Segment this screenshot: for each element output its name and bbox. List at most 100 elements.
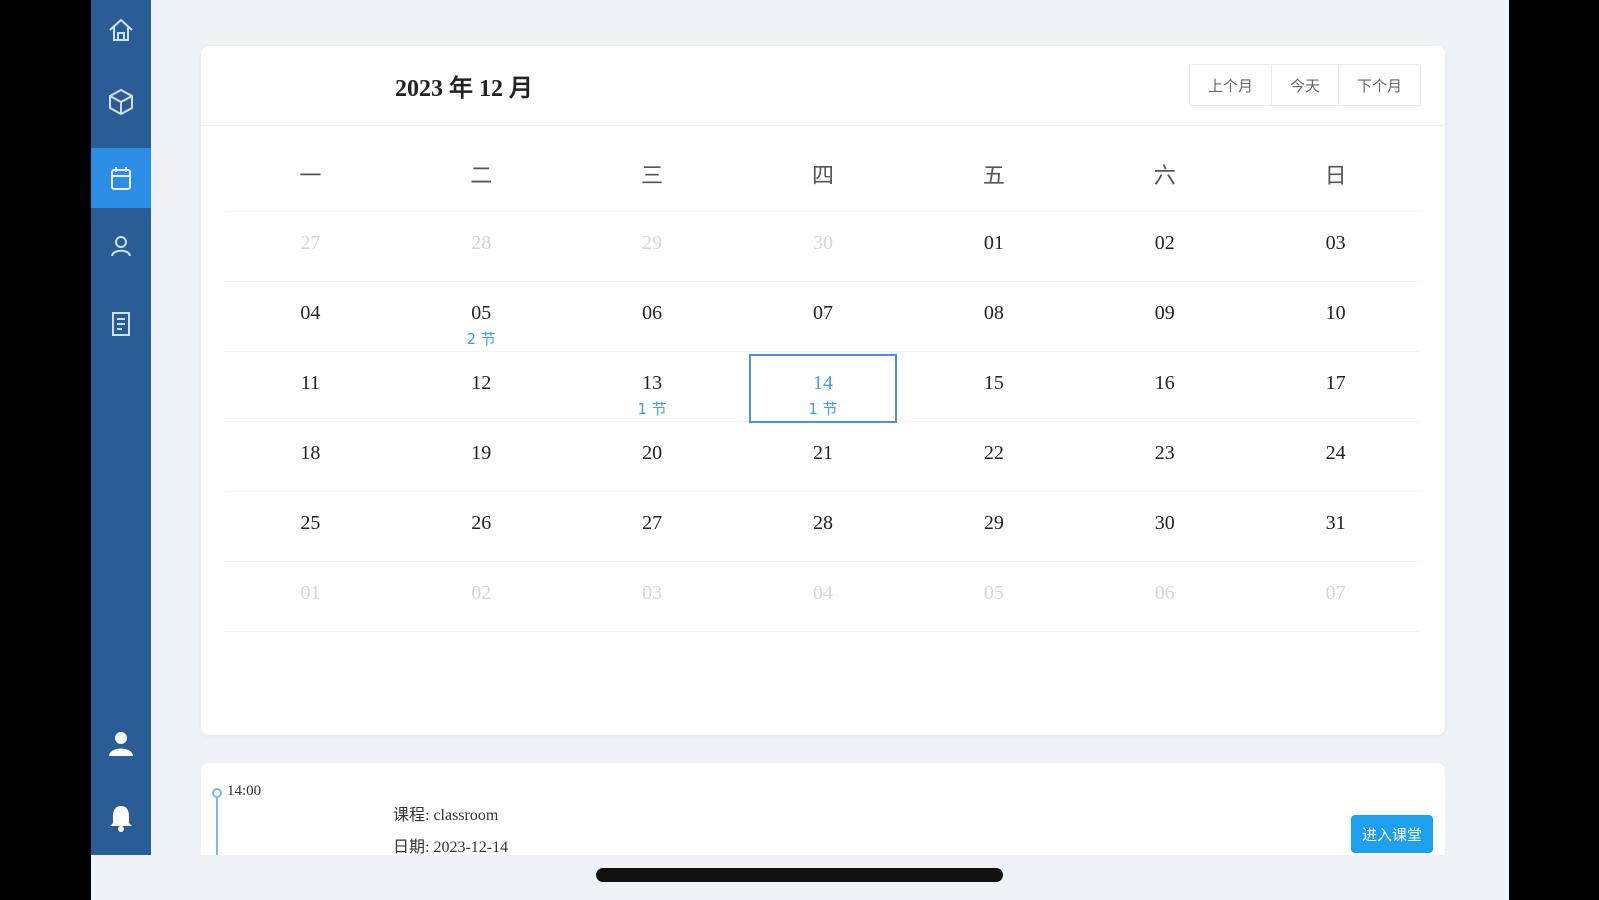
day-number: 20 xyxy=(642,442,663,464)
day-number: 24 xyxy=(1325,442,1346,464)
day-number: 13 xyxy=(642,372,663,394)
day-cell[interactable]: 31 xyxy=(1250,492,1421,561)
day-number: 19 xyxy=(471,442,492,464)
calendar-header: 2023 年 12 月 上个月 今天 下个月 xyxy=(201,46,1445,126)
day-cell[interactable]: 21 xyxy=(738,422,909,491)
week-row: 11 12 13 1 节 14 1 节 15 16 17 xyxy=(225,352,1421,423)
day-cell[interactable]: 17 xyxy=(1250,352,1421,421)
day-cell[interactable]: 20 xyxy=(567,422,738,491)
day-number: 02 xyxy=(471,582,492,604)
weekday-label: 日 xyxy=(1324,164,1347,189)
day-cell[interactable]: 02 xyxy=(396,562,567,631)
day-number: 03 xyxy=(642,582,663,604)
day-number: 08 xyxy=(983,302,1004,324)
day-number: 29 xyxy=(642,232,663,254)
day-cell[interactable]: 05 xyxy=(908,562,1079,631)
day-number: 02 xyxy=(1154,232,1175,254)
day-cell[interactable]: 23 xyxy=(1079,422,1250,491)
day-cell[interactable]: 06 xyxy=(1079,562,1250,631)
next-month-button[interactable]: 下个月 xyxy=(1339,65,1420,105)
day-cell[interactable]: 16 xyxy=(1079,352,1250,421)
day-cell[interactable]: 03 xyxy=(567,562,738,631)
day-cell[interactable]: 03 xyxy=(1250,212,1421,281)
sidebar-profile[interactable] xyxy=(91,714,151,774)
prev-month-button[interactable]: 上个月 xyxy=(1190,65,1272,105)
day-cell[interactable]: 18 xyxy=(225,422,396,491)
day-cell[interactable]: 02 xyxy=(1079,212,1250,281)
enter-classroom-button[interactable]: 进入课堂 xyxy=(1351,815,1433,853)
document-icon xyxy=(112,312,130,336)
calendar-icon xyxy=(111,167,131,190)
day-cell[interactable]: 28 xyxy=(396,212,567,281)
day-number: 07 xyxy=(1325,582,1346,604)
day-cell[interactable]: 10 xyxy=(1250,282,1421,351)
day-cell[interactable]: 25 xyxy=(225,492,396,561)
calendar-card: 2023 年 12 月 上个月 今天 下个月 一 二 三 四 五 六 日 27 28 29 30 0… xyxy=(201,46,1445,735)
sidebar-item-resources[interactable] xyxy=(91,72,151,132)
weekday-label: 六 xyxy=(1153,164,1176,189)
sidebar-notifications[interactable] xyxy=(91,788,151,848)
day-cell[interactable]: 19 xyxy=(396,422,567,491)
day-cell[interactable]: 29 xyxy=(908,492,1079,561)
day-cell[interactable]: 27 xyxy=(225,212,396,281)
day-cell[interactable]: 26 xyxy=(396,492,567,561)
day-cell[interactable]: 07 xyxy=(738,282,909,351)
weekday-cell: 二 xyxy=(396,142,567,211)
sidebar-item-records[interactable] xyxy=(91,294,151,354)
day-cell[interactable]: 01 xyxy=(225,562,396,631)
day-cell[interactable]: 30 xyxy=(1079,492,1250,561)
sidebar-item-home[interactable] xyxy=(91,0,151,60)
weekday-cell: 日 xyxy=(1250,142,1421,211)
day-cell[interactable]: 05 2 节 xyxy=(396,282,567,351)
day-cell[interactable]: 15 xyxy=(908,352,1079,421)
day-cell[interactable]: 08 xyxy=(908,282,1079,351)
day-number: 06 xyxy=(642,302,663,324)
day-number: 01 xyxy=(300,582,321,604)
day-number: 17 xyxy=(1325,372,1346,394)
day-number: 10 xyxy=(1325,302,1346,324)
day-number: 09 xyxy=(1154,302,1175,324)
today-button[interactable]: 今天 xyxy=(1272,65,1339,105)
lesson-count: 1 节 xyxy=(637,400,667,418)
day-cell[interactable]: 12 xyxy=(396,352,567,421)
week-row: 04 05 2 节 06 07 08 09 10 xyxy=(225,282,1421,352)
weekday-cell: 一 xyxy=(225,142,396,211)
day-number: 28 xyxy=(813,512,833,534)
day-number: 21 xyxy=(813,442,833,464)
day-number: 05 xyxy=(983,582,1004,604)
user-outline-icon xyxy=(111,236,131,257)
weekday-cell: 三 xyxy=(567,142,738,211)
day-number: 12 xyxy=(471,372,492,394)
home-indicator[interactable] xyxy=(596,868,1003,882)
weekday-label: 一 xyxy=(299,164,322,189)
day-cell[interactable]: 09 xyxy=(1079,282,1250,351)
day-cell-selected[interactable]: 14 1 节 xyxy=(738,352,909,423)
day-cell[interactable]: 07 xyxy=(1250,562,1421,631)
weekday-cell: 六 xyxy=(1079,142,1250,211)
weekday-row: 一二三四五六日 xyxy=(225,142,1421,212)
day-cell[interactable]: 28 xyxy=(738,492,909,561)
profile-icon xyxy=(109,732,133,756)
cube-icon xyxy=(109,88,133,116)
lesson-date: 日期: 2023-12-14 xyxy=(393,839,509,856)
day-number: 30 xyxy=(1154,512,1175,534)
weekday-label: 二 xyxy=(470,164,493,189)
day-cell[interactable]: 04 xyxy=(225,282,396,351)
day-cell[interactable]: 29 xyxy=(567,212,738,281)
day-number: 29 xyxy=(983,512,1004,534)
sidebar-item-calendar[interactable] xyxy=(91,148,151,208)
day-cell[interactable]: 22 xyxy=(908,422,1079,491)
day-cell[interactable]: 24 xyxy=(1250,422,1421,491)
day-cell[interactable]: 04 xyxy=(738,562,909,631)
day-cell[interactable]: 01 xyxy=(908,212,1079,281)
sidebar-item-user[interactable] xyxy=(91,216,151,276)
weekday-label: 四 xyxy=(812,164,835,189)
day-cell[interactable]: 27 xyxy=(567,492,738,561)
day-number: 01 xyxy=(983,232,1004,254)
day-cell[interactable]: 11 xyxy=(225,352,396,421)
day-cell[interactable]: 13 1 节 xyxy=(567,352,738,421)
day-number: 26 xyxy=(471,512,492,534)
day-cell[interactable]: 06 xyxy=(567,282,738,351)
day-cell[interactable]: 30 xyxy=(738,212,909,281)
week-row: 25 26 27 28 29 30 31 xyxy=(225,492,1421,562)
